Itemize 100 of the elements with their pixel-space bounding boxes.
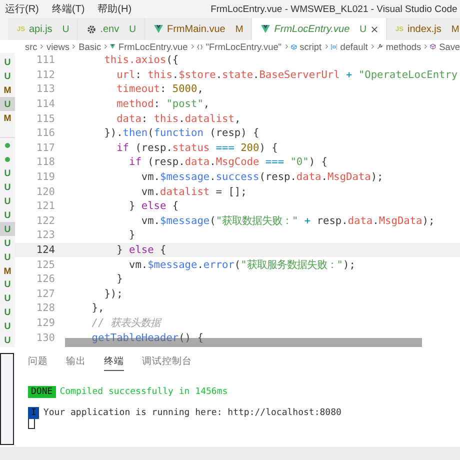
explorer-row[interactable]: U	[0, 96, 15, 111]
line-number: 123	[35, 229, 56, 242]
chevron-icon	[284, 43, 288, 50]
variable-icon	[330, 42, 338, 50]
terminal-text: Compiled successfully in 1456ms	[60, 386, 228, 396]
breadcrumb-item[interactable]: Basic	[78, 42, 102, 52]
line-number: 114	[35, 98, 56, 110]
panel-tab[interactable]: 调试控制台	[142, 355, 192, 371]
menu-item[interactable]: 运行(R)	[5, 2, 39, 16]
code-line: }	[128, 229, 136, 242]
git-status: U	[360, 24, 367, 34]
explorer-row[interactable]: U	[0, 333, 15, 347]
line-number: 120	[35, 186, 56, 198]
code-line: method: "post",	[116, 98, 210, 110]
chevron-icon	[190, 43, 194, 50]
breadcrumb-item[interactable]: default	[340, 42, 368, 52]
explorer-row[interactable]: M	[0, 110, 15, 125]
line-number: 125	[35, 258, 56, 271]
line-number: 111	[35, 54, 56, 66]
chevron-icon	[40, 43, 44, 50]
cube-icon	[430, 42, 436, 51]
panel-tab[interactable]: 输出	[66, 355, 86, 371]
status-badge: DONE	[28, 386, 56, 398]
status-dot-icon	[5, 156, 10, 162]
tab-label: index.js	[407, 24, 442, 34]
line-number: 118	[35, 156, 56, 168]
breadcrumb-item[interactable]: methods	[386, 42, 422, 52]
code-line: // 获表头数据	[90, 316, 160, 330]
code-line: vm.$message.success(resp.data.MsgData);	[140, 171, 384, 184]
git-status: U	[62, 24, 70, 34]
code-line: this.axios({	[103, 54, 179, 66]
status-badge: I	[28, 406, 40, 418]
vue-file-icon	[261, 25, 270, 33]
explorer-row[interactable]: M	[0, 264, 15, 278]
chevron-icon	[324, 43, 328, 50]
code-line: timeout: 5000,	[116, 83, 204, 96]
chevron-icon	[424, 43, 428, 50]
breadcrumb-item[interactable]: Save	[439, 42, 460, 52]
braces-icon	[196, 42, 203, 50]
explorer-row[interactable]: M	[0, 82, 15, 97]
breadcrumb-item[interactable]: views	[46, 42, 70, 52]
explorer-row[interactable]: U	[0, 55, 15, 69]
chevron-icon	[104, 43, 108, 50]
panel-tab[interactable]: 终端	[104, 355, 124, 371]
explorer-row[interactable]: U	[0, 236, 15, 250]
tab-label: FrmLocEntry.vue	[274, 24, 350, 34]
editor-tab[interactable]: .env U	[78, 18, 145, 40]
tab-label: FrmMain.vue	[166, 24, 226, 34]
code-line: vm.datalist = [];	[140, 186, 247, 198]
cube-icon	[290, 42, 297, 50]
code-line: data: this.datalist,	[116, 112, 241, 125]
explorer-row[interactable]: U	[0, 68, 15, 83]
line-number: 117	[35, 142, 56, 154]
line-number: 121	[35, 200, 56, 212]
line-number: 112	[35, 68, 56, 81]
code-line: vm.$message("获取数据失败：" + resp.data.MsgData);	[140, 214, 435, 228]
explorer-row[interactable]: U	[0, 305, 15, 320]
editor-tab[interactable]: FrmMain.vue M	[144, 18, 252, 40]
vue-file-icon	[154, 25, 163, 33]
vue-file-icon	[110, 43, 116, 50]
panel-tab[interactable]: 问题	[28, 355, 48, 371]
git-status: M	[451, 24, 460, 34]
terminal-text: Your application is running here: http://localhost:8080	[43, 408, 342, 418]
breadcrumb-item[interactable]: src	[25, 42, 38, 52]
line-number: 128	[35, 302, 56, 314]
menu-item[interactable]: 终端(T)	[52, 2, 85, 16]
chevron-icon	[72, 43, 76, 50]
line-number: 127	[35, 288, 56, 300]
explorer-row[interactable]: U	[0, 291, 15, 306]
code-line: if (resp.status === 200) {	[116, 142, 278, 154]
code-line: vm.$message.error("获取服务数据失败：");	[128, 258, 356, 272]
explorer-row[interactable]: U	[0, 250, 15, 264]
code-line: getTableHeader() {	[90, 332, 204, 344]
close-icon[interactable]	[370, 26, 378, 32]
menu-item[interactable]: 帮助(H)	[98, 2, 132, 16]
explorer-row[interactable]: U	[0, 222, 15, 236]
gear-icon	[87, 24, 96, 34]
explorer-row[interactable]: U	[0, 208, 15, 222]
status-dot-icon	[5, 142, 10, 148]
breadcrumb-item[interactable]: FrmLocEntry.vue	[118, 42, 188, 52]
tab-label: .env	[100, 24, 120, 34]
line-number: 113	[35, 83, 56, 96]
explorer-row[interactable]: U	[0, 180, 15, 194]
code-line: } else {	[128, 200, 179, 212]
editor-tab[interactable]: FrmLocEntry.vue U	[252, 18, 387, 40]
code-line: },	[90, 302, 104, 314]
explorer-row[interactable]: U	[0, 166, 15, 180]
explorer-row[interactable]: U	[0, 194, 15, 208]
breadcrumb-item[interactable]: "FrmLocEntry.vue"	[206, 42, 282, 52]
breadcrumb-item[interactable]: script	[300, 42, 322, 52]
git-status: M	[235, 24, 244, 34]
line-number: 122	[35, 214, 56, 227]
line-number: 129	[35, 316, 56, 329]
explorer-row[interactable]: U	[0, 278, 15, 292]
code-line: }	[116, 273, 123, 286]
code-line: } else {	[116, 244, 166, 256]
explorer-row[interactable]: U	[0, 319, 15, 334]
code-line: });	[103, 288, 123, 300]
git-status: U	[129, 24, 136, 34]
wrench-icon	[377, 42, 383, 51]
